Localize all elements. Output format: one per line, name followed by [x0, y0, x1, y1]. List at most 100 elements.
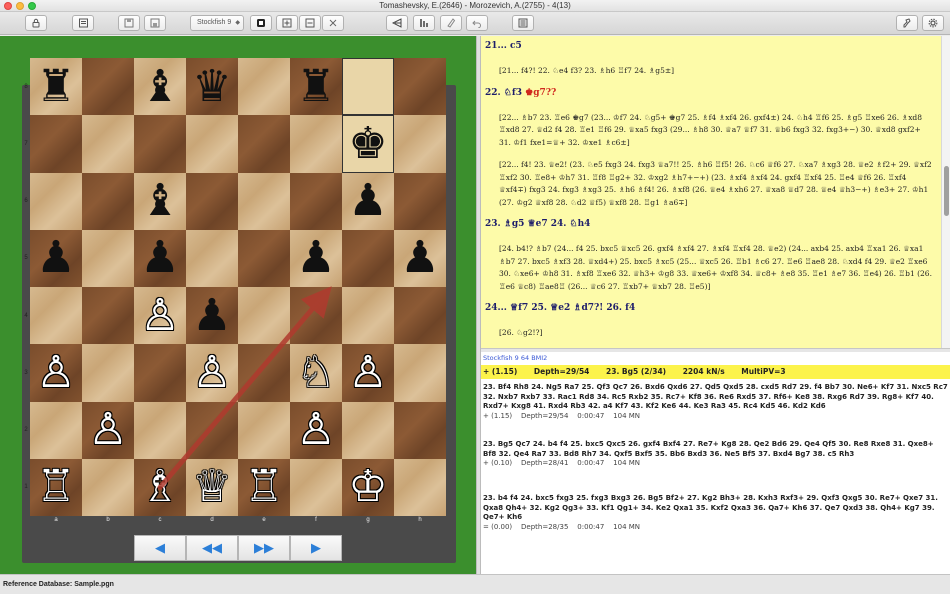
- square-b3[interactable]: [82, 344, 134, 402]
- square-e8[interactable]: [238, 58, 290, 116]
- piece-f5[interactable]: ♟: [290, 230, 342, 287]
- piece-c6[interactable]: ♝: [134, 173, 186, 230]
- square-a2[interactable]: [30, 401, 82, 459]
- square-c2[interactable]: [134, 401, 186, 459]
- square-f1[interactable]: [290, 458, 342, 516]
- square-d5[interactable]: [186, 229, 238, 287]
- square-f6[interactable]: [290, 172, 342, 230]
- flip-board-icon[interactable]: [386, 15, 408, 31]
- lock-icon[interactable]: [25, 15, 47, 31]
- square-e3[interactable]: [238, 344, 290, 402]
- engine-line[interactable]: 23. Bg5 Qc7 24. b4 f4 25. bxc5 Qxc5 26. …: [483, 440, 948, 469]
- square-d2[interactable]: [186, 401, 238, 459]
- chess-board[interactable]: ♜ ♝ ♛ ♜ ♚ ♝ ♟ ♟ ♟ ♟ ♟ ♟ ♙ ♙ ♙ ♘ ♙ ♙ ♙ ♖ ♗ ♕ ♖ ♔: [30, 58, 446, 516]
- square-e2[interactable]: [238, 401, 290, 459]
- square-e7[interactable]: [238, 115, 290, 173]
- close-engine-icon[interactable]: [322, 15, 344, 31]
- notation-scrollbar[interactable]: [941, 36, 950, 348]
- notation-variation[interactable]: [24. b4!? ♗b7 (24... f4 25. bxc5 ♕xc5 26…: [499, 243, 935, 293]
- add-engine-icon[interactable]: [276, 15, 298, 31]
- engine-toggle-icon[interactable]: [250, 15, 272, 31]
- piece-a1[interactable]: ♖: [30, 459, 82, 516]
- notation-variation[interactable]: [22... ♗b7 23. ♖e6 ♚g7 (23... ♔f7 24. ♘g…: [499, 112, 935, 150]
- piece-a3[interactable]: ♙: [30, 344, 82, 401]
- square-b6[interactable]: [82, 172, 134, 230]
- piece-f2[interactable]: ♙: [290, 402, 342, 459]
- board-settings-icon[interactable]: [896, 15, 918, 31]
- square-g5[interactable]: [342, 229, 394, 287]
- notation-variation[interactable]: [26. ♘g2!?]: [499, 327, 935, 340]
- square-h8[interactable]: [394, 58, 446, 116]
- piece-c5[interactable]: ♟: [134, 230, 186, 287]
- square-a7[interactable]: [30, 115, 82, 173]
- piece-d4[interactable]: ♟: [186, 287, 238, 344]
- take-back-icon[interactable]: [466, 15, 488, 31]
- prev-move-button[interactable]: ◀: [134, 535, 186, 561]
- notation-mainline[interactable]: 22. ♘f3 ♚g7??: [485, 88, 556, 98]
- square-h2[interactable]: [394, 401, 446, 459]
- piece-c8[interactable]: ♝: [134, 58, 186, 115]
- save-as-icon[interactable]: [144, 15, 166, 31]
- square-b5[interactable]: [82, 229, 134, 287]
- square-c7[interactable]: [134, 115, 186, 173]
- piece-c4[interactable]: ♙: [134, 287, 186, 344]
- next-move-button[interactable]: ▶: [290, 535, 342, 561]
- engine-line[interactable]: 23. Bf4 Rh8 24. Ng5 Ra7 25. Qf3 Qc7 26. …: [483, 383, 948, 421]
- piece-a8[interactable]: ♜: [30, 58, 82, 115]
- notation-variation[interactable]: [22... f4! 23. ♕e2! (23. ♘e5 fxg3 24. fx…: [499, 159, 935, 209]
- first-move-button[interactable]: ◀◀: [186, 535, 238, 561]
- piece-g7[interactable]: ♚: [342, 115, 394, 172]
- square-h3[interactable]: [394, 344, 446, 402]
- square-h6[interactable]: [394, 172, 446, 230]
- piece-d8[interactable]: ♛: [186, 58, 238, 115]
- square-e4[interactable]: [238, 287, 290, 345]
- piece-f8[interactable]: ♜: [290, 58, 342, 115]
- notation-icon[interactable]: [512, 15, 534, 31]
- save-icon[interactable]: [118, 15, 140, 31]
- settings-gear-icon[interactable]: [922, 15, 944, 31]
- square-b4[interactable]: [82, 287, 134, 345]
- piece-d3[interactable]: ♙: [186, 344, 238, 401]
- square-f4[interactable]: [290, 287, 342, 345]
- square-h7[interactable]: [394, 115, 446, 173]
- piece-b2[interactable]: ♙: [82, 402, 134, 459]
- square-h4[interactable]: [394, 287, 446, 345]
- last-move-button[interactable]: ▶▶: [238, 535, 290, 561]
- square-b8[interactable]: [82, 58, 134, 116]
- square-a4[interactable]: [30, 287, 82, 345]
- piece-f3[interactable]: ♘: [290, 344, 342, 401]
- square-d7[interactable]: [186, 115, 238, 173]
- notation-mainline[interactable]: 21... c5: [485, 41, 522, 51]
- annotate-icon[interactable]: [440, 15, 462, 31]
- engine-select[interactable]: Stockfish 9 ◆: [190, 15, 244, 31]
- square-f7[interactable]: [290, 115, 342, 173]
- square-h1[interactable]: [394, 458, 446, 516]
- square-g8[interactable]: [342, 58, 394, 116]
- setup-position-icon[interactable]: [413, 15, 435, 31]
- notation-scroll-thumb[interactable]: [944, 166, 949, 216]
- piece-a5[interactable]: ♟: [30, 230, 82, 287]
- square-e5[interactable]: [238, 229, 290, 287]
- notation-panel[interactable]: 21... c5 [21... f4?! 22. ♘e4 f3? 23. ♗h6 …: [481, 36, 941, 348]
- piece-h5[interactable]: ♟: [394, 230, 446, 287]
- notation-mainline[interactable]: 24... ♕f7 25. ♕e2 ♗d7?! 26. f4: [485, 303, 635, 313]
- engine-line[interactable]: 23. b4 f4 24. bxc5 fxg3 25. fxg3 Bxg3 26…: [483, 494, 948, 532]
- piece-d1[interactable]: ♕: [186, 459, 238, 516]
- square-b7[interactable]: [82, 115, 134, 173]
- piece-e1[interactable]: ♖: [238, 459, 290, 516]
- piece-c1[interactable]: ♗: [134, 459, 186, 516]
- square-e6[interactable]: [238, 172, 290, 230]
- piece-g3[interactable]: ♙: [342, 344, 394, 401]
- square-g2[interactable]: [342, 401, 394, 459]
- square-b1[interactable]: [82, 458, 134, 516]
- remove-engine-icon[interactable]: [299, 15, 321, 31]
- engine-panel[interactable]: Stockfish 9 64 BMI2 + (1.15) Depth=29/54…: [481, 352, 950, 574]
- piece-g1[interactable]: ♔: [342, 459, 394, 516]
- square-c3[interactable]: [134, 344, 186, 402]
- notation-variation[interactable]: [21... f4?! 22. ♘e4 f3? 23. ♗h6 ♖f7 24. …: [499, 65, 935, 78]
- piece-g6[interactable]: ♟: [342, 173, 394, 230]
- database-icon[interactable]: [72, 15, 94, 31]
- notation-mainline[interactable]: 23. ♗g5 ♕e7 24. ♘h4: [485, 219, 590, 229]
- square-a6[interactable]: [30, 172, 82, 230]
- square-d6[interactable]: [186, 172, 238, 230]
